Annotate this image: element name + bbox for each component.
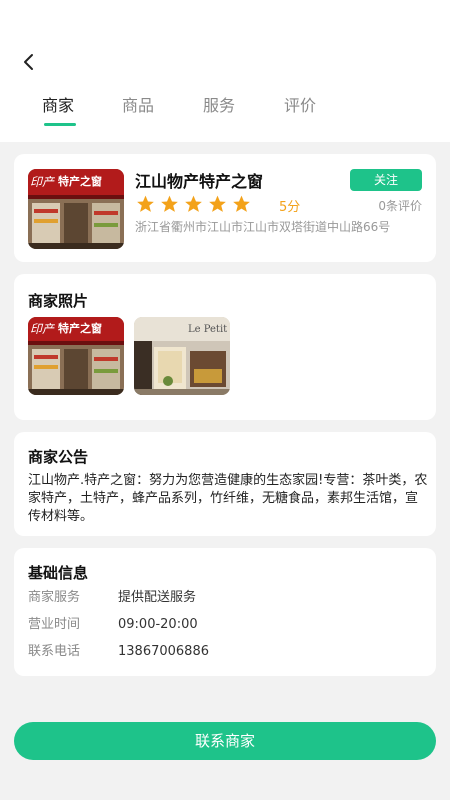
shop-photo[interactable]: 印产 特产之窗 bbox=[28, 317, 124, 395]
header: 商家 商品 服务 评价 bbox=[0, 0, 450, 142]
info-row-phone[interactable]: 联系电话 13867006886 bbox=[28, 642, 422, 662]
info-row-hours: 营业时间 09:00-20:00 bbox=[28, 615, 422, 635]
tab-reviews[interactable]: 评价 bbox=[284, 94, 316, 134]
shop-address: 浙江省衢州市江山市江山市双塔街道中山路66号 bbox=[135, 220, 391, 234]
shop-photos-card: 商家照片 印产 特产之窗 Le Petit bbox=[14, 274, 436, 420]
back-button[interactable] bbox=[14, 48, 44, 76]
photo-sign-text: 特产之窗 bbox=[58, 321, 102, 335]
tab-products[interactable]: 商品 bbox=[122, 94, 154, 134]
shop-thumbnail[interactable]: 印产 特产之窗 bbox=[28, 169, 124, 249]
info-label: 营业时间 bbox=[28, 617, 81, 632]
info-value: 09:00-20:00 bbox=[118, 617, 198, 632]
info-label: 商家服务 bbox=[28, 590, 81, 605]
tab-merchant[interactable]: 商家 bbox=[42, 94, 74, 134]
sign-prefix: 印产 bbox=[30, 175, 55, 189]
shop-card[interactable]: 印产 特产之窗 江山物产特产之窗 关注 5分 0条评价 浙江省衢州市江山市江山市… bbox=[14, 154, 436, 262]
tab-services[interactable]: 服务 bbox=[203, 94, 235, 134]
tab-bar: 商家 商品 服务 评价 bbox=[0, 94, 450, 134]
info-label: 联系电话 bbox=[28, 644, 81, 659]
shop-notice-card: 商家公告 江山物产.特产之窗：努力为您营造健康的生态家园!专营：茶叶类，农家特产… bbox=[14, 432, 436, 536]
star-icon bbox=[137, 195, 154, 212]
section-title-info: 基础信息 bbox=[28, 564, 89, 582]
review-count[interactable]: 0条评价 bbox=[378, 197, 422, 214]
section-title-notice: 商家公告 bbox=[28, 448, 89, 466]
shop-photo[interactable]: Le Petit bbox=[134, 317, 230, 395]
photo-sign-text: Le Petit bbox=[188, 324, 227, 335]
basic-info-card: 基础信息 商家服务 提供配送服务 营业时间 09:00-20:00 联系电话 1… bbox=[14, 548, 436, 676]
star-icon bbox=[161, 195, 178, 212]
phone-number[interactable]: 13867006886 bbox=[118, 642, 209, 662]
storefront-image: 印产 特产之窗 bbox=[28, 317, 124, 395]
sign-prefix: 印产 bbox=[30, 322, 55, 336]
contact-merchant-button[interactable]: 联系商家 bbox=[14, 722, 436, 760]
chevron-left-icon bbox=[24, 54, 33, 70]
follow-button[interactable]: 关注 bbox=[350, 169, 422, 191]
info-row-service: 商家服务 提供配送服务 bbox=[28, 588, 422, 608]
rating-score: 5分 bbox=[279, 200, 301, 215]
info-value: 提供配送服务 bbox=[118, 590, 197, 605]
sign-text: 特产之窗 bbox=[58, 174, 102, 188]
star-icon bbox=[233, 195, 250, 212]
storefront-image: Le Petit bbox=[134, 317, 230, 395]
active-tab-indicator bbox=[44, 123, 76, 126]
shop-name: 江山物产特产之窗 bbox=[135, 172, 264, 191]
notice-text: 江山物产.特产之窗：努力为您营造健康的生态家园!专营：茶叶类，农家特产，土特产，… bbox=[28, 473, 428, 524]
star-rating bbox=[135, 194, 252, 214]
storefront-image: 印产 特产之窗 bbox=[28, 169, 124, 249]
section-title-photos: 商家照片 bbox=[28, 292, 89, 310]
star-icon bbox=[209, 195, 226, 212]
star-icon bbox=[185, 195, 202, 212]
